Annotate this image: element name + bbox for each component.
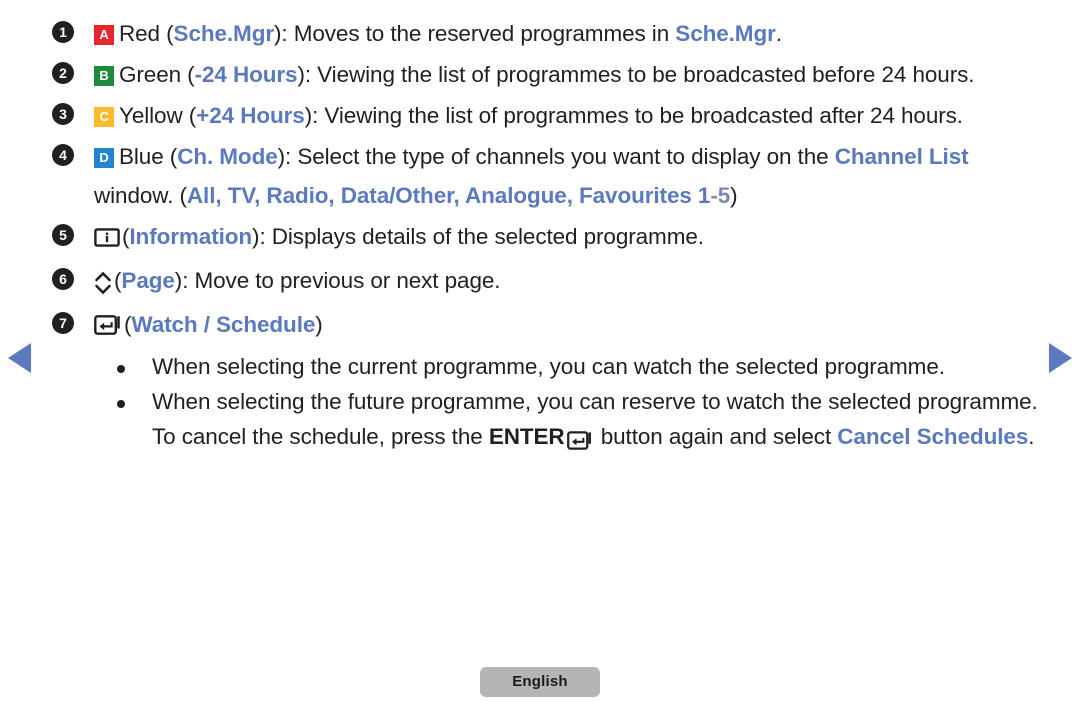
menu-term: Sche.Mgr [675, 21, 776, 46]
item-text: C Yellow (+24 Hours): Viewing the list of… [94, 96, 1042, 135]
page-up-down-icon [94, 264, 112, 303]
text-segment: ): Viewing the list of programmes to be … [297, 62, 975, 87]
menu-term: Cancel Schedules [837, 424, 1029, 449]
menu-term: Watch / Schedule [131, 312, 316, 337]
text-segment: ) [315, 312, 323, 337]
text-segment: Blue ( [119, 144, 178, 169]
color-key-d-icon: D [94, 148, 114, 168]
item-number-badge: 4 [52, 144, 74, 166]
menu-term: All, TV, Radio, Data/Other, Analogue, Fa… [186, 183, 711, 208]
menu-term: Ch. Mode [177, 144, 278, 169]
list-item: 3 C Yellow (+24 Hours): Viewing the list … [52, 96, 1042, 135]
menu-term: Page [121, 268, 175, 293]
list-item: 7 (Watch / Schedule) [52, 305, 1042, 347]
list-item: 4 D Blue (Ch. Mode): Select the type of c… [52, 137, 1042, 215]
information-icon [94, 220, 120, 259]
text-segment: . [775, 21, 782, 46]
language-bar: English [0, 667, 1080, 697]
item-text: B Green (-24 Hours): Viewing the list of … [94, 55, 1042, 94]
next-page-arrow-icon[interactable] [1049, 343, 1072, 373]
menu-term: +24 Hours [196, 103, 305, 128]
color-key-b-icon: B [94, 66, 114, 86]
bullet-icon [117, 365, 125, 373]
text-segment: window. ( [94, 183, 187, 208]
text-segment: button again and select [594, 424, 838, 449]
sub-item-text: When selecting the current programme, yo… [152, 354, 945, 379]
color-key-a-icon: A [94, 25, 114, 45]
item-text: (Page): Move to previous or next page. [94, 261, 1042, 303]
sub-item-text: When selecting the future programme, you… [152, 384, 1042, 457]
menu-term: Sche.Mgr [173, 21, 275, 46]
item-number-badge: 2 [52, 62, 74, 84]
list-item: 5 (Information): Displays details of the… [52, 217, 1042, 259]
text-segment: Yellow ( [119, 103, 197, 128]
list-item: 6 (Page): Move to previous or next page. [52, 261, 1042, 303]
menu-term: Channel List [834, 144, 969, 169]
enter-label: ENTER [488, 424, 565, 449]
item-number-badge: 3 [52, 103, 74, 125]
item-text: D Blue (Ch. Mode): Select the type of cha… [94, 137, 1042, 215]
item-number-badge: 1 [52, 21, 74, 43]
text-segment: ): Viewing the list of programmes to be … [304, 103, 963, 128]
item-text: (Watch / Schedule) [94, 305, 1042, 347]
language-button[interactable]: English [480, 667, 600, 697]
color-key-c-icon: C [94, 107, 114, 127]
previous-page-arrow-icon[interactable] [8, 343, 31, 373]
text-segment: ): Displays details of the selected prog… [252, 224, 704, 249]
text-segment: Red ( [119, 21, 174, 46]
text-segment: ) [730, 183, 738, 208]
enter-key-icon [94, 308, 122, 347]
item-number-badge: 7 [52, 312, 74, 334]
help-page: 1 A Red (Sche.Mgr): Moves to the reserved… [0, 0, 1080, 705]
bullet-icon [117, 400, 125, 408]
text-segment: ): Select the type of channels you want … [277, 144, 835, 169]
sub-bullet-list: When selecting the current programme, yo… [52, 349, 1042, 457]
list-item: When selecting the future programme, you… [117, 384, 1042, 457]
item-number-badge: 6 [52, 268, 74, 290]
list-item: When selecting the current programme, yo… [117, 349, 1042, 384]
item-number-badge: 5 [52, 224, 74, 246]
menu-term-range: -5 [710, 183, 731, 208]
enter-key-icon [565, 422, 593, 457]
menu-term: -24 Hours [194, 62, 298, 87]
list-item: 1 A Red (Sche.Mgr): Moves to the reserved… [52, 14, 1042, 53]
item-text: A Red (Sche.Mgr): Moves to the reserved p… [94, 14, 1042, 53]
list-item: 2 B Green (-24 Hours): Viewing the list o… [52, 55, 1042, 94]
text-segment: . [1028, 424, 1035, 449]
item-text: (Information): Displays details of the s… [94, 217, 1042, 259]
text-segment: ): Move to previous or next page. [174, 268, 501, 293]
menu-term: Information [129, 224, 253, 249]
text-segment: ): Moves to the reserved programmes in [274, 21, 676, 46]
instruction-list: 1 A Red (Sche.Mgr): Moves to the reserved… [52, 14, 1042, 457]
text-segment: Green ( [119, 62, 195, 87]
